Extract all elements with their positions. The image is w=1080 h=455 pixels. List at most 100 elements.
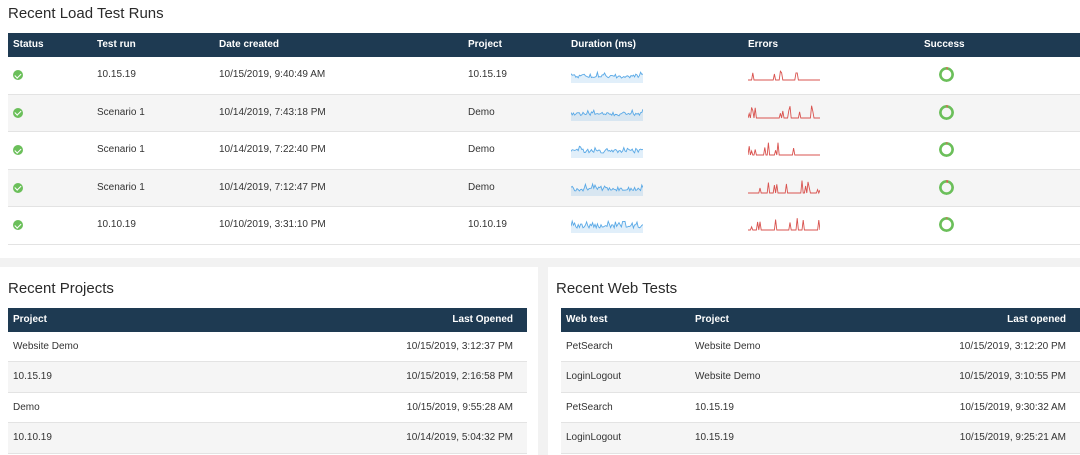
errors-sparkline bbox=[748, 180, 820, 195]
table-row[interactable]: 10.15.19 10/15/2019, 2:16:58 PM bbox=[8, 362, 527, 393]
recent-web-tests-panel: Recent Web Tests Web test Project Last o… bbox=[548, 267, 1080, 455]
check-circle-icon bbox=[13, 220, 23, 231]
column-header-test-run[interactable]: Test run bbox=[97, 39, 136, 50]
duration-sparkline bbox=[571, 108, 643, 121]
table-row[interactable]: LoginLogout 10.15.19 10/15/2019, 9:25:21 A… bbox=[561, 423, 1080, 454]
date-created-cell: 10/15/2019, 9:40:49 AM bbox=[219, 69, 326, 80]
duration-sparkline bbox=[571, 145, 643, 159]
web-test-cell: LoginLogout bbox=[566, 371, 622, 383]
sparkline-line bbox=[748, 142, 820, 156]
project-cell: Website Demo bbox=[695, 371, 761, 383]
column-header-date-created[interactable]: Date created bbox=[219, 39, 279, 50]
check-circle-icon bbox=[13, 107, 23, 118]
last-opened-cell: 10/15/2019, 3:10:55 PM bbox=[959, 371, 1066, 383]
load-test-runs-table: Status Test run Date created Project Dur… bbox=[8, 33, 1080, 245]
table-row[interactable]: 10.15.19 10/15/2019, 9:40:49 AM 10.15.19 bbox=[8, 57, 1080, 95]
project-cell: Demo bbox=[468, 106, 495, 118]
date-created-cell: 10/14/2019, 7:22:40 PM bbox=[219, 144, 326, 156]
column-header-errors[interactable]: Errors bbox=[748, 39, 778, 50]
project-cell: 10.10.19 bbox=[468, 219, 507, 231]
test-run-cell: 10.15.19 bbox=[97, 69, 136, 80]
recent-projects-table: Project Last Opened Website Demo 10/15/20… bbox=[8, 308, 527, 454]
table-row[interactable]: Scenario 1 10/14/2019, 7:43:18 PM Demo bbox=[8, 94, 1080, 133]
success-ring-icon bbox=[939, 179, 954, 195]
column-header-project[interactable]: Project bbox=[695, 314, 729, 325]
duration-sparkline bbox=[571, 182, 643, 196]
check-circle-icon bbox=[13, 182, 23, 193]
recent-web-tests-table: Web test Project Last opened PetSearch We… bbox=[561, 308, 1080, 454]
table-row[interactable]: 10.10.19 10/10/2019, 3:31:10 PM 10.10.19 bbox=[8, 207, 1080, 245]
column-header-success[interactable]: Success bbox=[924, 39, 965, 50]
web-test-cell: LoginLogout bbox=[566, 432, 622, 444]
column-header-status[interactable]: Status bbox=[13, 39, 44, 50]
panel-title: Recent Web Tests bbox=[556, 280, 678, 297]
success-ring-icon bbox=[939, 142, 954, 158]
column-header-duration[interactable]: Duration (ms) bbox=[571, 39, 636, 50]
table-row[interactable]: Website Demo 10/15/2019, 3:12:37 PM bbox=[8, 332, 527, 363]
date-created-cell: 10/14/2019, 7:43:18 PM bbox=[219, 106, 326, 118]
errors-sparkline bbox=[748, 142, 820, 156]
test-run-cell: 10.10.19 bbox=[97, 219, 136, 231]
column-header-project[interactable]: Project bbox=[468, 39, 502, 50]
last-opened-cell: 10/15/2019, 9:25:21 AM bbox=[959, 432, 1066, 444]
table-header: Project Last Opened bbox=[8, 308, 527, 332]
table-row[interactable]: PetSearch 10.15.19 10/15/2019, 9:30:32 AM bbox=[561, 393, 1080, 424]
project-cell: Demo bbox=[468, 144, 495, 156]
table-body: Website Demo 10/15/2019, 3:12:37 PM 10.15.… bbox=[8, 332, 527, 454]
table-body: PetSearch Website Demo 10/15/2019, 3:12:20… bbox=[561, 332, 1080, 454]
table-row[interactable]: LoginLogout Website Demo 10/15/2019, 3:10:… bbox=[561, 362, 1080, 393]
success-ring-icon bbox=[939, 217, 954, 233]
errors-sparkline bbox=[748, 70, 820, 81]
date-created-cell: 10/14/2019, 7:12:47 PM bbox=[219, 181, 326, 193]
test-run-cell: Scenario 1 bbox=[97, 106, 145, 118]
project-cell: Website Demo bbox=[695, 341, 761, 352]
table-row[interactable]: PetSearch Website Demo 10/15/2019, 3:12:20… bbox=[561, 332, 1080, 363]
last-opened-cell: 10/15/2019, 9:30:32 AM bbox=[959, 401, 1066, 413]
sparkline-line bbox=[748, 180, 820, 195]
sparkline-line bbox=[748, 105, 820, 119]
test-run-cell: Scenario 1 bbox=[97, 181, 145, 193]
last-opened-cell: 10/15/2019, 9:55:28 AM bbox=[406, 401, 513, 413]
table-row[interactable]: Scenario 1 10/14/2019, 7:12:47 PM Demo bbox=[8, 169, 1080, 208]
check-circle-icon bbox=[13, 70, 23, 80]
web-test-cell: PetSearch bbox=[566, 401, 613, 413]
check-circle-icon bbox=[13, 145, 23, 156]
table-body: 10.15.19 10/15/2019, 9:40:49 AM 10.15.19 Sc… bbox=[8, 57, 1080, 245]
success-ring-icon bbox=[939, 104, 954, 120]
success-ring-icon bbox=[939, 67, 954, 82]
test-run-cell: Scenario 1 bbox=[97, 144, 145, 156]
duration-sparkline bbox=[571, 70, 643, 83]
duration-sparkline bbox=[571, 219, 643, 234]
last-opened-cell: 10/14/2019, 5:04:32 PM bbox=[406, 432, 513, 444]
sparkline-area bbox=[571, 72, 643, 83]
date-created-cell: 10/10/2019, 3:31:10 PM bbox=[219, 219, 326, 231]
project-cell: Demo bbox=[13, 401, 40, 413]
project-cell: 10.15.19 bbox=[13, 371, 52, 383]
column-header-web-test[interactable]: Web test bbox=[566, 314, 608, 325]
table-row[interactable]: Demo 10/15/2019, 9:55:28 AM bbox=[8, 393, 527, 424]
table-row[interactable]: 10.10.19 10/14/2019, 5:04:32 PM bbox=[8, 423, 527, 454]
panel-title: Recent Load Test Runs bbox=[8, 5, 164, 22]
last-opened-cell: 10/15/2019, 3:12:20 PM bbox=[959, 341, 1066, 352]
errors-sparkline bbox=[748, 218, 820, 231]
recent-projects-panel: Recent Projects Project Last Opened Webs… bbox=[0, 267, 538, 455]
project-cell: 10.15.19 bbox=[695, 401, 734, 413]
sparkline-line bbox=[748, 70, 820, 81]
project-cell: 10.10.19 bbox=[13, 432, 52, 444]
recent-load-test-runs-panel: Recent Load Test Runs Status Test run Da… bbox=[0, 0, 1080, 258]
web-test-cell: PetSearch bbox=[566, 341, 613, 352]
column-header-project[interactable]: Project bbox=[13, 314, 47, 325]
project-cell: Website Demo bbox=[13, 341, 79, 352]
table-header: Status Test run Date created Project Dur… bbox=[8, 33, 1080, 57]
table-header: Web test Project Last opened bbox=[561, 308, 1080, 332]
column-header-last-opened[interactable]: Last opened bbox=[1007, 314, 1066, 325]
project-cell: Demo bbox=[468, 181, 495, 193]
column-header-last-opened[interactable]: Last Opened bbox=[452, 314, 513, 325]
last-opened-cell: 10/15/2019, 3:12:37 PM bbox=[406, 341, 513, 352]
project-cell: 10.15.19 bbox=[695, 432, 734, 444]
project-cell: 10.15.19 bbox=[468, 69, 507, 80]
errors-sparkline bbox=[748, 105, 820, 119]
last-opened-cell: 10/15/2019, 2:16:58 PM bbox=[406, 371, 513, 383]
sparkline-line bbox=[748, 218, 820, 231]
table-row[interactable]: Scenario 1 10/14/2019, 7:22:40 PM Demo bbox=[8, 132, 1080, 170]
